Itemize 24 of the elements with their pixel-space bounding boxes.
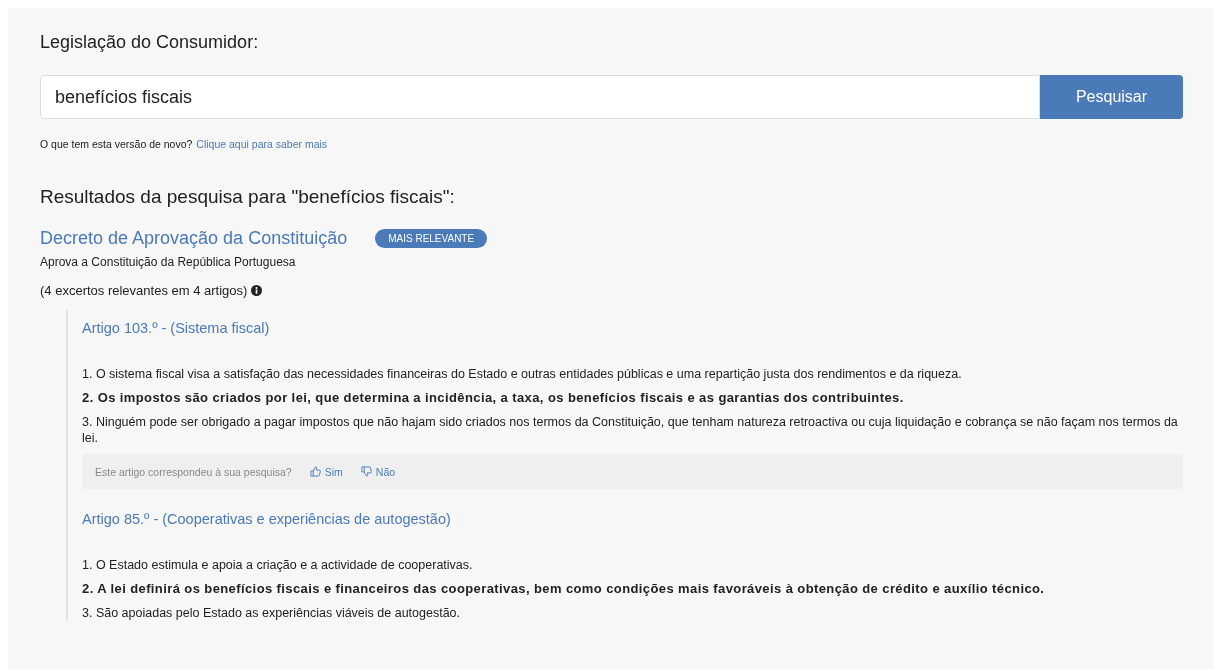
article-title-link[interactable]: Artigo 103.º - (Sistema fiscal) bbox=[82, 310, 1183, 336]
yes-link[interactable]: Sim bbox=[309, 465, 343, 478]
feedback-question: Este artigo correspondeu à sua pesquisa? bbox=[95, 465, 292, 478]
search-button[interactable]: Pesquisar bbox=[1040, 75, 1183, 119]
search-field[interactable]: benefícios fiscais bbox=[40, 75, 1040, 119]
article-title-link[interactable]: Artigo 85.º - (Cooperativas e experiências de autogestão) bbox=[82, 501, 1183, 527]
article-paragraph: 3. Ninguém pode ser obrigado a pagar impostos que não hajam sido criados nos termos da Constituição, que tenham natureza retroactiva ou cuja liquidação e cobrança se não façam nos termos da lei. bbox=[82, 414, 1179, 446]
no-link[interactable]: Não bbox=[360, 465, 396, 478]
article-paragraph: 1. O sistema fiscal visa a satisfação das necessidades financeiras do Estado e outras entidades públicas e uma repartição justa dos rendimentos e da riqueza. bbox=[82, 366, 963, 382]
article-paragraph: 1. O Estado estimula e apoia a criação e a actividade de cooperativas. bbox=[82, 557, 474, 573]
news-text: O que tem esta versão de novo? bbox=[40, 138, 193, 150]
excerpts-count: (4 excertos relevantes em 4 artigos) bbox=[40, 283, 248, 298]
learn-more-link[interactable]: Clique aqui para saber mais bbox=[196, 138, 328, 150]
thumbs-down-icon bbox=[360, 466, 372, 477]
relevance-badge: MAIS RELEVANTE bbox=[375, 229, 488, 248]
results-title: Resultados da pesquisa para "benefícios fiscais": bbox=[40, 186, 456, 208]
thumbs-up-icon bbox=[309, 466, 321, 477]
result-subtitle: Aprova a Constituição da República Portuguesa bbox=[40, 255, 297, 269]
info-icon[interactable] bbox=[251, 285, 263, 296]
page-heading: Legislação do Consumidor: bbox=[40, 32, 260, 53]
result-title-link[interactable]: Decreto de Aprovação da Constituição bbox=[40, 228, 348, 249]
article-paragraph: 2. A lei definirá os benefícios fiscais e financeiros das cooperativas, bem como condições mais favoráveis à obtenção de crédito e auxílio técnico. bbox=[82, 581, 1046, 597]
article-paragraph: 3. São apoiadas pelo Estado as experiências viáveis de autogestão. bbox=[82, 605, 462, 621]
article-paragraph: 2. Os impostos são criados por lei, que determina a incidência, a taxa, os benefícios fiscais e as garantias dos contribuintes. bbox=[82, 390, 905, 406]
